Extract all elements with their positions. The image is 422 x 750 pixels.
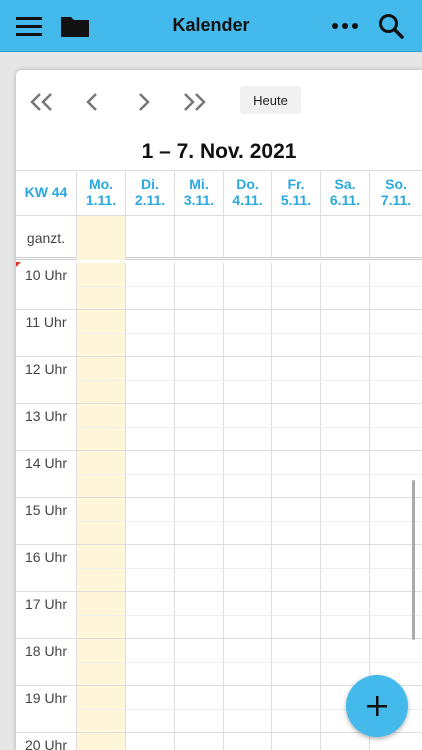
hour-row: 16 Uhr (16, 545, 422, 592)
day-name: Mi. (189, 176, 209, 192)
day-header[interactable]: Fr. 5.11. (271, 171, 320, 216)
half-hour-line (76, 427, 422, 428)
half-hour-line (76, 286, 422, 287)
add-event-button[interactable] (346, 675, 408, 737)
hour-row: 15 Uhr (16, 498, 422, 545)
allday-cell[interactable] (271, 216, 320, 260)
day-name: Sa. (334, 176, 356, 192)
hour-label: 20 Uhr (24, 737, 68, 750)
half-hour-line (76, 333, 422, 334)
week-number: KW 44 (24, 184, 68, 200)
hour-row: 10 Uhr (16, 263, 422, 310)
day-header[interactable]: Mo. 1.11. (76, 171, 125, 216)
day-date: 2.11. (134, 192, 166, 208)
day-header[interactable]: Mi. 3.11. (174, 171, 223, 216)
app-bar: Kalender (0, 0, 422, 52)
next-button[interactable] (126, 88, 162, 116)
today-button[interactable]: Heute (240, 86, 301, 114)
hour-label: 19 Uhr (24, 690, 68, 706)
week-header: KW 44 Mo. 1.11. Di. 2.11. Mi. 3.11. Do. 4.11… (16, 170, 422, 216)
hour-row: 13 Uhr (16, 404, 422, 451)
allday-row: ganzt. (16, 216, 422, 260)
hour-row: 12 Uhr (16, 357, 422, 404)
half-hour-line (76, 662, 422, 663)
half-hour-line (76, 568, 422, 569)
allday-cell[interactable] (174, 216, 223, 260)
allday-cell[interactable] (320, 216, 369, 260)
day-header[interactable]: Di. 2.11. (125, 171, 174, 216)
next-next-button[interactable] (176, 88, 212, 116)
time-grid[interactable]: 10 Uhr 11 Uhr 12 Uhr 13 Uhr 14 Uhr 15 Uh… (16, 263, 422, 750)
hour-label: 12 Uhr (24, 361, 68, 377)
hour-label: 18 Uhr (24, 643, 68, 659)
allday-cell[interactable] (369, 216, 422, 260)
half-hour-line (76, 521, 422, 522)
allday-cell[interactable] (76, 216, 125, 260)
hour-row: 14 Uhr (16, 451, 422, 498)
prev-button[interactable] (74, 88, 110, 116)
hour-label: 17 Uhr (24, 596, 68, 612)
hour-label: 16 Uhr (24, 549, 68, 565)
day-date: 6.11. (329, 192, 361, 208)
hour-label: 15 Uhr (24, 502, 68, 518)
day-name: Mo. (88, 176, 114, 192)
day-date: 1.11. (85, 192, 117, 208)
hour-row: 17 Uhr (16, 592, 422, 639)
day-date: 7.11. (380, 192, 412, 208)
day-header[interactable]: Sa. 6.11. (320, 171, 369, 216)
day-date: 3.11. (183, 192, 215, 208)
hour-label: 14 Uhr (24, 455, 68, 471)
day-header[interactable]: Do. 4.11. (223, 171, 271, 216)
more-icon[interactable] (330, 11, 360, 41)
calendar-card: Heute 1 – 7. Nov. 2021 KW 44 Mo. 1.11. Di… (16, 70, 422, 750)
search-icon[interactable] (376, 11, 406, 41)
half-hour-line (76, 615, 422, 616)
day-name: Di. (141, 176, 159, 192)
scrollbar[interactable] (412, 480, 415, 640)
hour-label: 11 Uhr (25, 314, 67, 330)
day-date: 4.11. (232, 192, 263, 208)
day-date: 5.11. (280, 192, 312, 208)
hour-row: 11 Uhr (16, 310, 422, 357)
plus-icon (367, 696, 387, 716)
day-name: Fr. (287, 176, 305, 192)
hour-label: 13 Uhr (24, 408, 68, 424)
day-name: So. (385, 176, 407, 192)
allday-label: ganzt. (26, 230, 66, 246)
date-range-title: 1 – 7. Nov. 2021 (141, 140, 297, 163)
allday-cell[interactable] (125, 216, 174, 260)
current-time-marker (16, 262, 21, 267)
day-header[interactable]: So. 7.11. (369, 171, 422, 216)
half-hour-line (76, 380, 422, 381)
half-hour-line (76, 474, 422, 475)
hour-label: 10 Uhr (24, 267, 68, 283)
day-name: Do. (236, 176, 259, 192)
allday-cell[interactable] (223, 216, 271, 260)
hour-row: 20 Uhr (16, 733, 422, 750)
prev-prev-button[interactable] (24, 88, 60, 116)
